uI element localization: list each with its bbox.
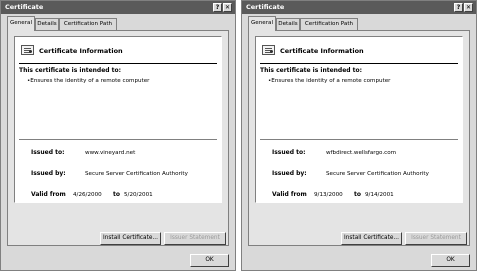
issued-by-label: Issued by: (272, 170, 307, 177)
certificate-info-heading: Certificate Information (39, 47, 123, 55)
tab-details[interactable]: Details (276, 18, 300, 30)
help-icon[interactable]: ? (454, 3, 463, 12)
close-icon[interactable]: ✕ (223, 3, 232, 12)
issued-by-label: Issued by: (31, 170, 66, 177)
certificate-dialog-left: Certificate ? ✕ General Details Certific… (0, 0, 236, 271)
tab-certification-path[interactable]: Certification Path (59, 18, 117, 30)
issued-to-value: wfbdirect.wellsfargo.com (326, 150, 397, 156)
install-certificate-button[interactable]: Install Certificate... (341, 232, 402, 245)
install-certificate-button[interactable]: Install Certificate... (100, 232, 161, 245)
valid-to-label: to (113, 191, 120, 198)
purpose-heading: This certificate is intended to: (260, 67, 363, 74)
valid-to-label: to (354, 191, 361, 198)
valid-from-label: Valid from (31, 191, 66, 198)
general-panel: Certificate Information This certificate… (248, 30, 470, 246)
issued-to-value: www.vineyard.net (85, 150, 136, 156)
divider (19, 139, 217, 140)
purpose-heading: This certificate is intended to: (19, 67, 122, 74)
certificate-icon (262, 45, 275, 55)
divider (19, 63, 217, 64)
ok-button[interactable]: OK (431, 254, 470, 267)
issuer-statement-button[interactable]: Issuer Statement (405, 232, 467, 245)
issued-by-value: Secure Server Certification Authority (85, 171, 188, 177)
general-panel: Certificate Information This certificate… (7, 30, 229, 246)
title-bar[interactable]: Certificate ? ✕ (242, 1, 476, 14)
window-title: Certificate (5, 3, 44, 11)
issued-to-label: Issued to: (272, 149, 306, 156)
divider (260, 139, 458, 140)
tab-certification-path[interactable]: Certification Path (300, 18, 358, 30)
valid-from-value: 4/26/2000 (73, 192, 102, 198)
ok-button[interactable]: OK (190, 254, 229, 267)
title-bar[interactable]: Certificate ? ✕ (1, 1, 235, 14)
tab-general[interactable]: General (7, 16, 35, 31)
certificate-info-heading: Certificate Information (280, 47, 364, 55)
valid-from-label: Valid from (272, 191, 307, 198)
divider (260, 63, 458, 64)
purpose-item: •Ensures the identity of a remote comput… (268, 78, 391, 84)
issued-to-label: Issued to: (31, 149, 65, 156)
close-icon[interactable]: ✕ (464, 3, 473, 12)
certificate-dialog-right: Certificate ? ✕ General Details Certific… (241, 0, 477, 271)
valid-to-value: 9/14/2001 (365, 192, 394, 198)
certificate-info-box: Certificate Information This certificate… (14, 36, 222, 203)
certificate-icon (21, 45, 34, 55)
valid-to-value: 5/20/2001 (124, 192, 153, 198)
tab-details[interactable]: Details (35, 18, 59, 30)
certificate-info-box: Certificate Information This certificate… (255, 36, 463, 203)
issued-by-value: Secure Server Certification Authority (326, 171, 429, 177)
tab-general[interactable]: General (248, 16, 276, 31)
issuer-statement-button[interactable]: Issuer Statement (164, 232, 226, 245)
purpose-item: •Ensures the identity of a remote comput… (27, 78, 150, 84)
valid-from-value: 9/13/2000 (314, 192, 343, 198)
help-icon[interactable]: ? (213, 3, 222, 12)
window-title: Certificate (246, 3, 285, 11)
